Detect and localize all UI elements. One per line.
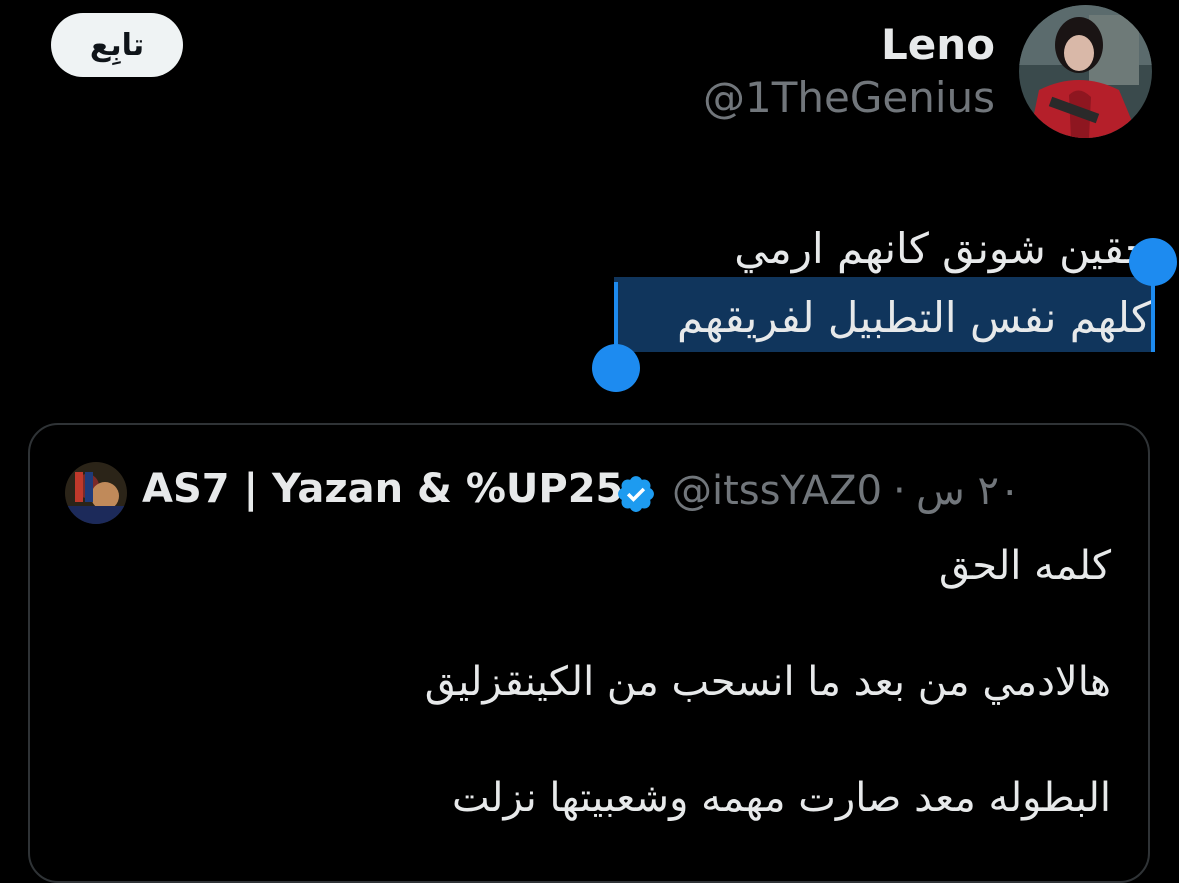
quoted-author-handle[interactable]: @itssYAZ0: [672, 468, 882, 514]
author-handle[interactable]: @1TheGenius: [703, 73, 995, 122]
meta-separator: ·: [893, 468, 906, 514]
quoted-tweet-text-line: هالادمي من بعد ما انسحب من الكينقزليق: [424, 659, 1111, 705]
author-display-name[interactable]: Leno: [881, 20, 995, 69]
follow-button[interactable]: تابِع: [51, 13, 183, 77]
quoted-tweet-text-line: البطوله معد صارت مهمه وشعبيتها نزلت: [452, 775, 1111, 821]
selection-end-handle[interactable]: [592, 344, 640, 392]
quoted-tweet-timestamp[interactable]: ٢٠ س: [916, 468, 1021, 514]
author-avatar[interactable]: [1019, 5, 1152, 138]
selection-start-caret: [1151, 277, 1155, 352]
quoted-author-name[interactable]: AS7 | Yazan & %UP25: [142, 466, 623, 512]
selection-start-handle[interactable]: [1129, 238, 1177, 286]
quoted-author-avatar[interactable]: [65, 462, 127, 524]
quoted-tweet-text-line: كلمه الحق: [938, 543, 1111, 589]
selection-end-caret: [614, 282, 618, 352]
tweet-text-line-selected: كلهم نفس التطبيل لفريقهم: [677, 293, 1151, 342]
tweet-text-line: حقين شونق كانهم ارمي: [734, 224, 1151, 273]
verified-badge-icon: [618, 476, 654, 512]
